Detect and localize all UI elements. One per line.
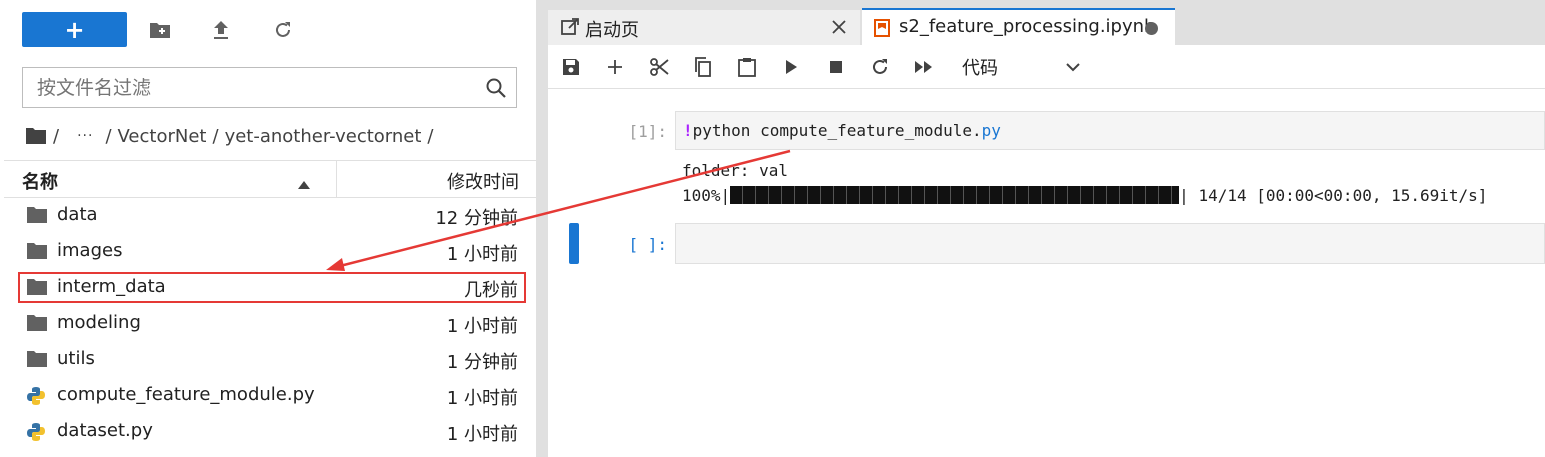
tab-notebook[interactable]: s2_feature_processing.ipynb bbox=[862, 8, 1175, 45]
filter-search-box[interactable] bbox=[22, 67, 517, 108]
file-row-compute-feature-module[interactable]: compute_feature_module.py 1 小时前 bbox=[4, 378, 536, 414]
column-separator[interactable] bbox=[336, 161, 337, 197]
breadcrumb-separator: / bbox=[427, 125, 434, 147]
file-name: images bbox=[57, 240, 123, 261]
progress-bar bbox=[730, 186, 1180, 204]
file-modified: 1 小时前 bbox=[446, 244, 518, 265]
unsaved-dot-icon[interactable] bbox=[1145, 22, 1158, 35]
cut-icon[interactable] bbox=[647, 55, 671, 79]
cell-type-dropdown[interactable]: 代码 bbox=[962, 54, 1080, 80]
notebook-toolbar: 代码 bbox=[548, 45, 1545, 89]
tab-label: 启动页 bbox=[585, 20, 639, 41]
breadcrumb: / ··· / VectorNet / yet-another-vectorne… bbox=[25, 124, 440, 148]
add-cell-icon[interactable] bbox=[603, 55, 627, 79]
stop-icon[interactable] bbox=[824, 55, 848, 79]
panel-splitter[interactable] bbox=[536, 0, 548, 457]
file-name: compute_feature_module.py bbox=[57, 384, 315, 405]
file-modified: 1 分钟前 bbox=[446, 352, 518, 373]
tab-label: s2_feature_processing.ipynb bbox=[899, 16, 1156, 37]
file-row-dataset[interactable]: dataset.py 1 小时前 bbox=[4, 414, 536, 450]
cell-prompt: [1]: bbox=[628, 122, 667, 141]
file-modified: 1 小时前 bbox=[446, 316, 518, 337]
code-cell-input[interactable]: !python compute_feature_module.py bbox=[675, 111, 1545, 150]
new-launcher-button[interactable]: + bbox=[22, 12, 127, 47]
tab-bar: 启动页 s2_feature_processing.ipynb bbox=[548, 0, 1545, 45]
notebook-icon bbox=[874, 19, 890, 41]
sort-ascending-icon[interactable] bbox=[298, 174, 310, 193]
refresh-icon[interactable] bbox=[271, 18, 295, 42]
code-line: !python compute_feature_module.py bbox=[683, 121, 1001, 140]
progress-suffix: | 14/14 [00:00<00:00, 15.69it/s] bbox=[1179, 186, 1488, 205]
python-file-icon bbox=[26, 422, 48, 442]
notebook-area: 启动页 s2_feature_processing.ipynb 代码 [1]: … bbox=[548, 0, 1545, 457]
file-name: dataset.py bbox=[57, 420, 153, 441]
breadcrumb-separator: / bbox=[105, 125, 112, 147]
upload-icon[interactable] bbox=[209, 18, 233, 42]
highlight-box bbox=[18, 272, 526, 303]
tab-launcher[interactable]: 启动页 bbox=[548, 10, 860, 45]
listing-header: 名称 修改时间 bbox=[4, 161, 536, 198]
breadcrumb-separator: / bbox=[53, 125, 60, 147]
home-folder-icon[interactable] bbox=[25, 126, 47, 147]
file-modified: 1 小时前 bbox=[446, 424, 518, 445]
breadcrumb-ellipsis[interactable]: ··· bbox=[77, 128, 93, 144]
progress-output: 100%| | 14/14 [00:00<00:00, 15.69it/s] bbox=[682, 186, 1487, 205]
python-file-icon bbox=[26, 386, 48, 406]
file-row-modeling[interactable]: modeling 1 小时前 bbox=[4, 306, 536, 342]
launcher-icon bbox=[561, 18, 579, 40]
code-text: python compute_feature_module. bbox=[692, 121, 982, 140]
new-folder-icon[interactable] bbox=[148, 18, 172, 42]
code-ext: py bbox=[981, 121, 1001, 140]
folder-icon bbox=[26, 206, 48, 226]
close-icon[interactable] bbox=[832, 19, 846, 38]
file-name: utils bbox=[57, 348, 95, 369]
run-icon[interactable] bbox=[779, 55, 803, 79]
file-name: modeling bbox=[57, 312, 141, 333]
search-icon bbox=[476, 77, 516, 99]
filter-input[interactable] bbox=[23, 75, 476, 100]
cell-type-value: 代码 bbox=[962, 58, 998, 79]
folder-icon bbox=[26, 242, 48, 262]
cell-prompt: [ ]: bbox=[628, 235, 667, 254]
file-row-utils[interactable]: utils 1 分钟前 bbox=[4, 342, 536, 378]
empty-code-cell[interactable] bbox=[675, 223, 1545, 264]
output-line: folder: val bbox=[682, 161, 788, 180]
folder-icon bbox=[26, 350, 48, 370]
file-modified: 1 小时前 bbox=[446, 388, 518, 409]
file-row-images[interactable]: images 1 小时前 bbox=[4, 234, 536, 270]
file-row-data[interactable]: data 12 分钟前 bbox=[4, 198, 536, 234]
code-bang: ! bbox=[683, 121, 693, 140]
breadcrumb-separator: / bbox=[212, 125, 219, 147]
restart-icon[interactable] bbox=[868, 55, 892, 79]
chevron-down-icon bbox=[1066, 56, 1080, 77]
file-browser-panel: + / ··· / VectorNet / yet-another-vector… bbox=[0, 0, 536, 457]
breadcrumb-item-vectornet[interactable]: VectorNet bbox=[118, 126, 207, 147]
progress-prefix: 100%| bbox=[682, 186, 731, 205]
copy-icon[interactable] bbox=[691, 55, 715, 79]
fast-forward-icon[interactable] bbox=[912, 55, 936, 79]
file-modified: 12 分钟前 bbox=[435, 208, 518, 229]
breadcrumb-item-yet-another-vectornet[interactable]: yet-another-vectornet bbox=[225, 126, 422, 147]
folder-icon bbox=[26, 314, 48, 334]
file-name: data bbox=[57, 204, 98, 225]
save-icon[interactable] bbox=[559, 55, 583, 79]
paste-icon[interactable] bbox=[735, 55, 759, 79]
column-header-name[interactable]: 名称 bbox=[22, 168, 58, 194]
column-header-modified[interactable]: 修改时间 bbox=[447, 168, 519, 194]
